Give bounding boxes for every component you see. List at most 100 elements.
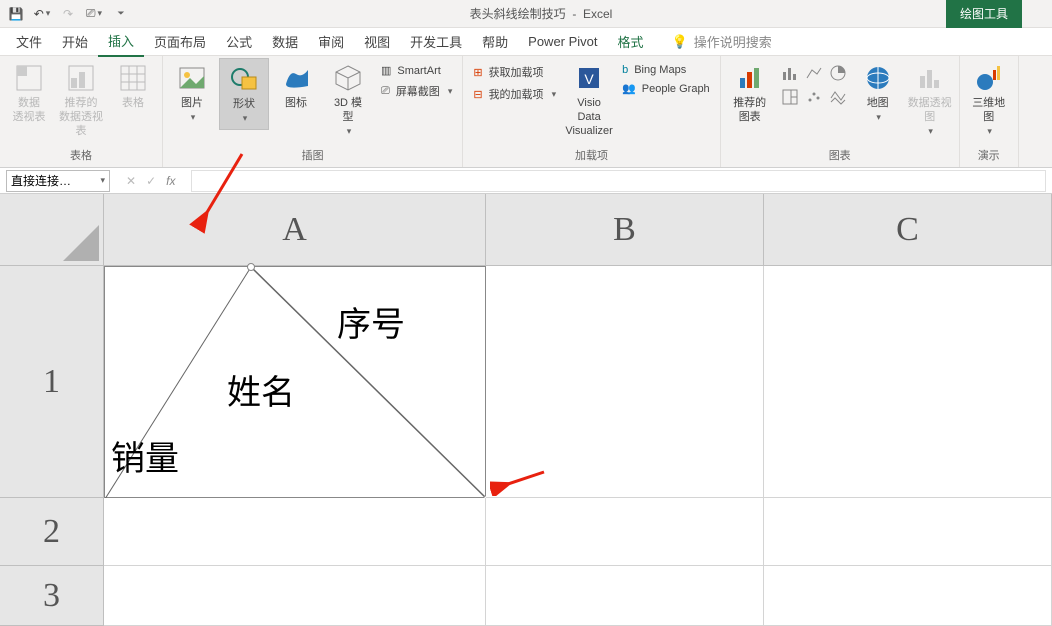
pivot-chart-icon bbox=[914, 62, 946, 94]
cube-icon bbox=[332, 62, 364, 94]
cell-b1[interactable] bbox=[486, 266, 764, 498]
tab-help[interactable]: 帮助 bbox=[472, 27, 518, 56]
scatter-chart-icon[interactable] bbox=[803, 86, 825, 108]
select-all-corner[interactable] bbox=[0, 194, 104, 266]
window-title: 表头斜线绘制技巧 - Excel bbox=[136, 5, 946, 22]
icons-icon bbox=[280, 62, 312, 94]
tab-page-layout[interactable]: 页面布局 bbox=[144, 27, 216, 56]
fx-icon[interactable]: fx bbox=[166, 174, 175, 188]
people-graph-button[interactable]: 👥People Graph bbox=[618, 80, 714, 97]
chevron-down-icon: ⏷ bbox=[117, 8, 124, 19]
my-addins-button[interactable]: ⊟我的加载项▾ bbox=[469, 84, 560, 104]
pie-chart-icon[interactable] bbox=[827, 62, 849, 84]
get-addins-button[interactable]: ⊞获取加载项 bbox=[469, 62, 560, 82]
3d-map-button[interactable]: 三维地 图▾ bbox=[964, 58, 1014, 142]
chevron-down-icon: ▾ bbox=[928, 124, 933, 138]
chevron-down-icon: ▾ bbox=[552, 89, 557, 100]
line-chart-icon[interactable] bbox=[803, 62, 825, 84]
cell-a1-label-2: 姓名 bbox=[227, 365, 295, 414]
tab-data[interactable]: 数据 bbox=[262, 27, 308, 56]
visio-icon: V bbox=[573, 62, 605, 94]
save-icon: 💾 bbox=[9, 7, 24, 21]
ribbon-insert: 数据 透视表 推荐的 数据透视表 表格 表格 图片▾ 形状▾ bbox=[0, 56, 1052, 168]
screenshot-icon: ⎚ bbox=[381, 85, 390, 98]
cell-c2[interactable] bbox=[764, 498, 1052, 566]
chevron-down-icon: ▾ bbox=[347, 124, 352, 138]
touch-mode-button[interactable]: ⎚▾ bbox=[82, 3, 106, 25]
chevron-down-icon: ▾ bbox=[876, 110, 881, 124]
people-graph-icon: 👥 bbox=[622, 82, 636, 95]
cell-b3[interactable] bbox=[486, 566, 764, 626]
shapes-button[interactable]: 形状▾ bbox=[219, 58, 269, 130]
save-button[interactable]: 💾 bbox=[4, 3, 28, 25]
undo-button[interactable]: ↶▾ bbox=[30, 3, 54, 25]
smartart-button[interactable]: ▥SmartArt bbox=[377, 62, 456, 79]
row-header-1[interactable]: 1 bbox=[0, 266, 104, 498]
column-chart-icon[interactable] bbox=[779, 62, 801, 84]
tab-file[interactable]: 文件 bbox=[6, 27, 52, 56]
map-icon bbox=[862, 62, 894, 94]
bing-maps-button[interactable]: bBing Maps bbox=[618, 62, 714, 78]
pivot-table-button[interactable]: 数据 透视表 bbox=[4, 58, 54, 128]
chevron-down-icon: ▾ bbox=[46, 8, 51, 19]
treemap-chart-icon[interactable] bbox=[779, 86, 801, 108]
group-label-addins: 加载项 bbox=[467, 145, 715, 167]
col-header-a[interactable]: A bbox=[104, 194, 486, 266]
tab-insert[interactable]: 插入 bbox=[98, 26, 144, 57]
table-icon bbox=[117, 62, 149, 94]
touch-icon: ⎚ bbox=[86, 6, 96, 21]
cell-a2[interactable] bbox=[104, 498, 486, 566]
tab-developer[interactable]: 开发工具 bbox=[400, 27, 472, 56]
recommended-pivot-button[interactable]: 推荐的 数据透视表 bbox=[56, 58, 106, 142]
tab-view[interactable]: 视图 bbox=[354, 27, 400, 56]
row-header-2[interactable]: 2 bbox=[0, 498, 104, 566]
annotation-arrow-icon bbox=[180, 144, 260, 234]
annotation-arrow-icon bbox=[490, 466, 550, 496]
tab-formulas[interactable]: 公式 bbox=[216, 27, 262, 56]
tell-me-search[interactable]: 💡 操作说明搜索 bbox=[672, 32, 772, 51]
cancel-formula-icon[interactable]: ✕ bbox=[126, 174, 136, 188]
globe-bars-icon bbox=[973, 62, 1005, 94]
tab-powerpivot[interactable]: Power Pivot bbox=[518, 29, 607, 54]
col-header-b[interactable]: B bbox=[486, 194, 764, 266]
addins-icon: ⊟ bbox=[473, 88, 482, 101]
qat-customize[interactable]: ⏷ bbox=[108, 3, 132, 25]
row-header-3[interactable]: 3 bbox=[0, 566, 104, 626]
cell-a1[interactable]: 序号 姓名 销量 bbox=[104, 266, 486, 498]
bing-icon: b bbox=[622, 64, 628, 76]
tab-home[interactable]: 开始 bbox=[52, 27, 98, 56]
tab-format[interactable]: 格式 bbox=[608, 27, 654, 56]
col-header-c[interactable]: C bbox=[764, 194, 1052, 266]
pictures-button[interactable]: 图片▾ bbox=[167, 58, 217, 128]
cell-a1-label-1: 序号 bbox=[337, 297, 405, 346]
pictures-icon bbox=[176, 62, 208, 94]
ribbon-tabs: 文件 开始 插入 页面布局 公式 数据 审阅 视图 开发工具 帮助 Power … bbox=[0, 28, 1052, 56]
screenshot-button[interactable]: ⎚屏幕截图▾ bbox=[377, 81, 456, 101]
name-box[interactable]: 直接连接… ▾ bbox=[6, 170, 110, 192]
undo-icon: ↶ bbox=[34, 7, 44, 21]
chevron-down-icon: ▾ bbox=[448, 86, 453, 97]
redo-icon: ↷ bbox=[63, 7, 73, 21]
chevron-down-icon: ▾ bbox=[98, 8, 103, 19]
icons-button[interactable]: 图标 bbox=[271, 58, 321, 114]
pivot-chart-button[interactable]: 数据透视图▾ bbox=[905, 58, 955, 142]
visio-visualizer-button[interactable]: V Visio Data Visualizer bbox=[564, 58, 614, 142]
line-handle[interactable] bbox=[247, 263, 255, 271]
store-icon: ⊞ bbox=[473, 66, 482, 79]
cell-a3[interactable] bbox=[104, 566, 486, 626]
cell-c3[interactable] bbox=[764, 566, 1052, 626]
redo-button[interactable]: ↷ bbox=[56, 3, 80, 25]
3d-model-button[interactable]: 3D 模 型▾ bbox=[323, 58, 373, 142]
map-chart-button[interactable]: 地图▾ bbox=[853, 58, 903, 128]
surface-chart-icon[interactable] bbox=[827, 86, 849, 108]
cell-b2[interactable] bbox=[486, 498, 764, 566]
tab-review[interactable]: 审阅 bbox=[308, 27, 354, 56]
svg-text:V: V bbox=[584, 71, 594, 87]
cell-a1-label-3: 销量 bbox=[111, 431, 179, 480]
formula-bar[interactable] bbox=[191, 170, 1046, 192]
enter-formula-icon[interactable]: ✓ bbox=[146, 174, 156, 188]
cell-c1[interactable] bbox=[764, 266, 1052, 498]
table-button[interactable]: 表格 bbox=[108, 58, 158, 114]
chevron-down-icon: ▾ bbox=[100, 175, 105, 186]
recommended-charts-button[interactable]: 推荐的 图表 bbox=[725, 58, 775, 128]
